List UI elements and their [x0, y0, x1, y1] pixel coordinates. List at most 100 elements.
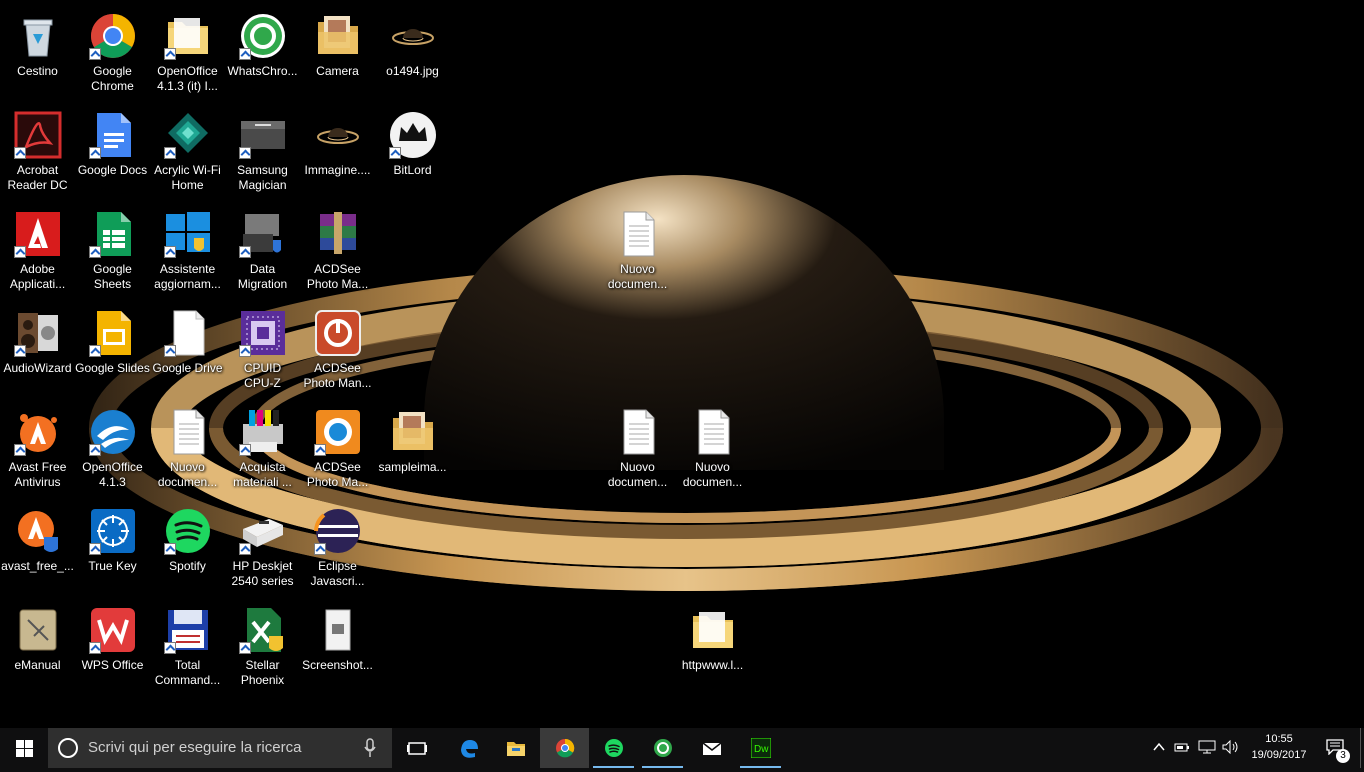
desktop-icon[interactable]: Acquista materiali ...: [225, 402, 300, 499]
clock[interactable]: 10:55 19/09/2017: [1248, 731, 1310, 763]
desktop-icon[interactable]: HP Deskjet 2540 series: [225, 501, 300, 598]
chevron-up-icon[interactable]: [1152, 740, 1166, 754]
desktop-icon[interactable]: WhatsChro...: [225, 6, 300, 103]
desktop-icon[interactable]: Google Sheets: [75, 204, 150, 301]
desktop-icon[interactable]: avast_free_...: [0, 501, 75, 598]
desktop-icon[interactable]: httpwww.l...: [675, 600, 750, 697]
desktop-icon[interactable]: BitLord: [375, 105, 450, 202]
desktop-icon[interactable]: o1494.jpg: [375, 6, 450, 103]
desktop-icon-label: sampleima...: [378, 460, 447, 474]
desktop-icon-label: Adobe Applicati...: [9, 262, 66, 291]
desktop-icon[interactable]: Stellar Phoenix Exc...: [225, 600, 300, 697]
desktop-icon[interactable]: AudioWizard: [0, 303, 75, 400]
desktop-icon-label: OpenOffice 4.1.3 (it) I...: [157, 64, 218, 93]
emanual-icon: [14, 606, 62, 654]
desktop-icon[interactable]: Nuovo documen...: [600, 402, 675, 499]
desktop-icon[interactable]: Google Slides: [75, 303, 150, 400]
desktop-icon[interactable]: Data Migration: [225, 204, 300, 301]
shortcut-arrow-icon: [88, 147, 101, 159]
desktop-icon[interactable]: Nuovo documen...: [675, 402, 750, 499]
notification-count-badge: 3: [1336, 749, 1350, 763]
taskbar-chrome-button[interactable]: [540, 728, 589, 768]
desktop-icon-label: o1494.jpg: [386, 64, 439, 78]
desktop-icon[interactable]: OpenOffice 4.1.3: [75, 402, 150, 499]
shortcut-arrow-icon: [313, 543, 326, 555]
desktop-icon[interactable]: Google Docs: [75, 105, 150, 202]
desktop-icon-label: OpenOffice 4.1.3: [82, 460, 143, 489]
shortcut-arrow-icon: [163, 48, 176, 60]
shortcut-arrow-icon: [238, 642, 251, 654]
desktop-icon-label: Avast Free Antivirus: [8, 460, 67, 489]
desktop-icon[interactable]: Spotify: [150, 501, 225, 598]
taskbar-edge-button[interactable]: [443, 728, 492, 768]
desktop-icon-label: Assistente aggiornam...: [154, 262, 221, 291]
desktop-icon[interactable]: Nuovo documen...: [150, 402, 225, 499]
desktop-icon[interactable]: WPS Office: [75, 600, 150, 697]
shortcut-arrow-icon: [238, 147, 251, 159]
taskbar-task-view-button[interactable]: [392, 728, 441, 768]
desktop-icon[interactable]: Avast Free Antivirus: [0, 402, 75, 499]
network-icon[interactable]: [1198, 740, 1216, 754]
desktop-icon[interactable]: Samsung Magician: [225, 105, 300, 202]
desktop-icon-label: Screenshot...: [302, 658, 373, 672]
desktop-icon[interactable]: Cestino: [0, 6, 75, 103]
desktop-icon-label: AudioWizard: [3, 361, 72, 375]
desktop-icon-label: Immagine....: [304, 163, 371, 177]
show-desktop-button[interactable]: [1360, 728, 1364, 768]
text-document-icon: [614, 408, 662, 456]
google-docs-icon: [88, 111, 137, 159]
desktop-icon-label: Samsung Magician: [237, 163, 288, 192]
shortcut-arrow-icon: [163, 345, 176, 357]
desktop-icon[interactable]: True Key: [75, 501, 150, 598]
search-box[interactable]: Scrivi qui per eseguire la ricerca: [48, 728, 392, 768]
action-center-button[interactable]: 3: [1316, 728, 1356, 768]
shortcut-arrow-icon: [388, 147, 401, 159]
desktop-icon[interactable]: Camera: [300, 6, 375, 103]
desktop-icon[interactable]: Adobe Applicati...: [0, 204, 75, 301]
desktop-icon[interactable]: Screenshot...: [300, 600, 375, 697]
desktop-icon[interactable]: Nuovo documen...: [600, 204, 675, 301]
truekey-icon: [88, 507, 137, 555]
battery-plug-icon[interactable]: [1174, 740, 1190, 754]
desktop-icon[interactable]: ACDSee Photo Ma...: [300, 402, 375, 499]
avast-installer-icon: [14, 507, 62, 555]
shortcut-arrow-icon: [238, 246, 251, 258]
taskbar-file-explorer-button[interactable]: [491, 728, 540, 768]
windows-logo-icon: [15, 739, 33, 757]
desktop-icon[interactable]: Assistente aggiornam...: [150, 204, 225, 301]
taskbar-spotify-button[interactable]: [589, 728, 638, 768]
volume-icon[interactable]: [1222, 740, 1240, 754]
desktop-icon-label: ACDSee Photo Ma...: [306, 262, 369, 291]
winrar-icon: [314, 210, 362, 258]
taskbar-mail-button[interactable]: [687, 728, 736, 768]
shortcut-arrow-icon: [88, 246, 101, 258]
spotify-icon: [163, 507, 212, 555]
desktop-icon[interactable]: Acrylic Wi-Fi Home: [150, 105, 225, 202]
stellar-excel-icon: [238, 606, 287, 654]
desktop-icon[interactable]: Acrobat Reader DC: [0, 105, 75, 202]
desktop-icon[interactable]: OpenOffice 4.1.3 (it) I...: [150, 6, 225, 103]
taskbar-whatschrome-button[interactable]: [638, 728, 687, 768]
desktop-icon[interactable]: Total Command...: [150, 600, 225, 697]
chrome-icon: [555, 738, 574, 758]
taskbar-dreamweaver-button[interactable]: Dw: [736, 728, 785, 768]
desktop-icon[interactable]: CPUID CPU-Z: [225, 303, 300, 400]
shortcut-arrow-icon: [88, 48, 101, 60]
desktop-icon[interactable]: ACDSee Photo Ma...: [300, 204, 375, 301]
desktop[interactable]: Cestino Google Chrome OpenOffice 4.1.3 (it…: [0, 0, 1364, 728]
desktop-icon[interactable]: Immagine....: [300, 105, 375, 202]
whatschrome-icon: [653, 739, 672, 757]
desktop-icon[interactable]: Google Chrome: [75, 6, 150, 103]
desktop-icon[interactable]: Eclipse Javascri...: [300, 501, 375, 598]
desktop-icon[interactable]: eManual: [0, 600, 75, 697]
microphone-icon[interactable]: [364, 738, 376, 758]
image-file-icon: [314, 111, 362, 159]
svg-text:Dw: Dw: [754, 744, 769, 755]
desktop-icon-label: Data Migration: [237, 262, 288, 291]
taskbar: Scrivi qui per eseguire la ricerca Dw 10…: [0, 728, 1364, 772]
desktop-icon[interactable]: ACDSee Photo Man...: [300, 303, 375, 400]
desktop-icon[interactable]: Google Drive: [150, 303, 225, 400]
start-button[interactable]: [0, 728, 48, 768]
desktop-icon-label: HP Deskjet 2540 series: [231, 559, 294, 588]
desktop-icon[interactable]: sampleima...: [375, 402, 450, 499]
